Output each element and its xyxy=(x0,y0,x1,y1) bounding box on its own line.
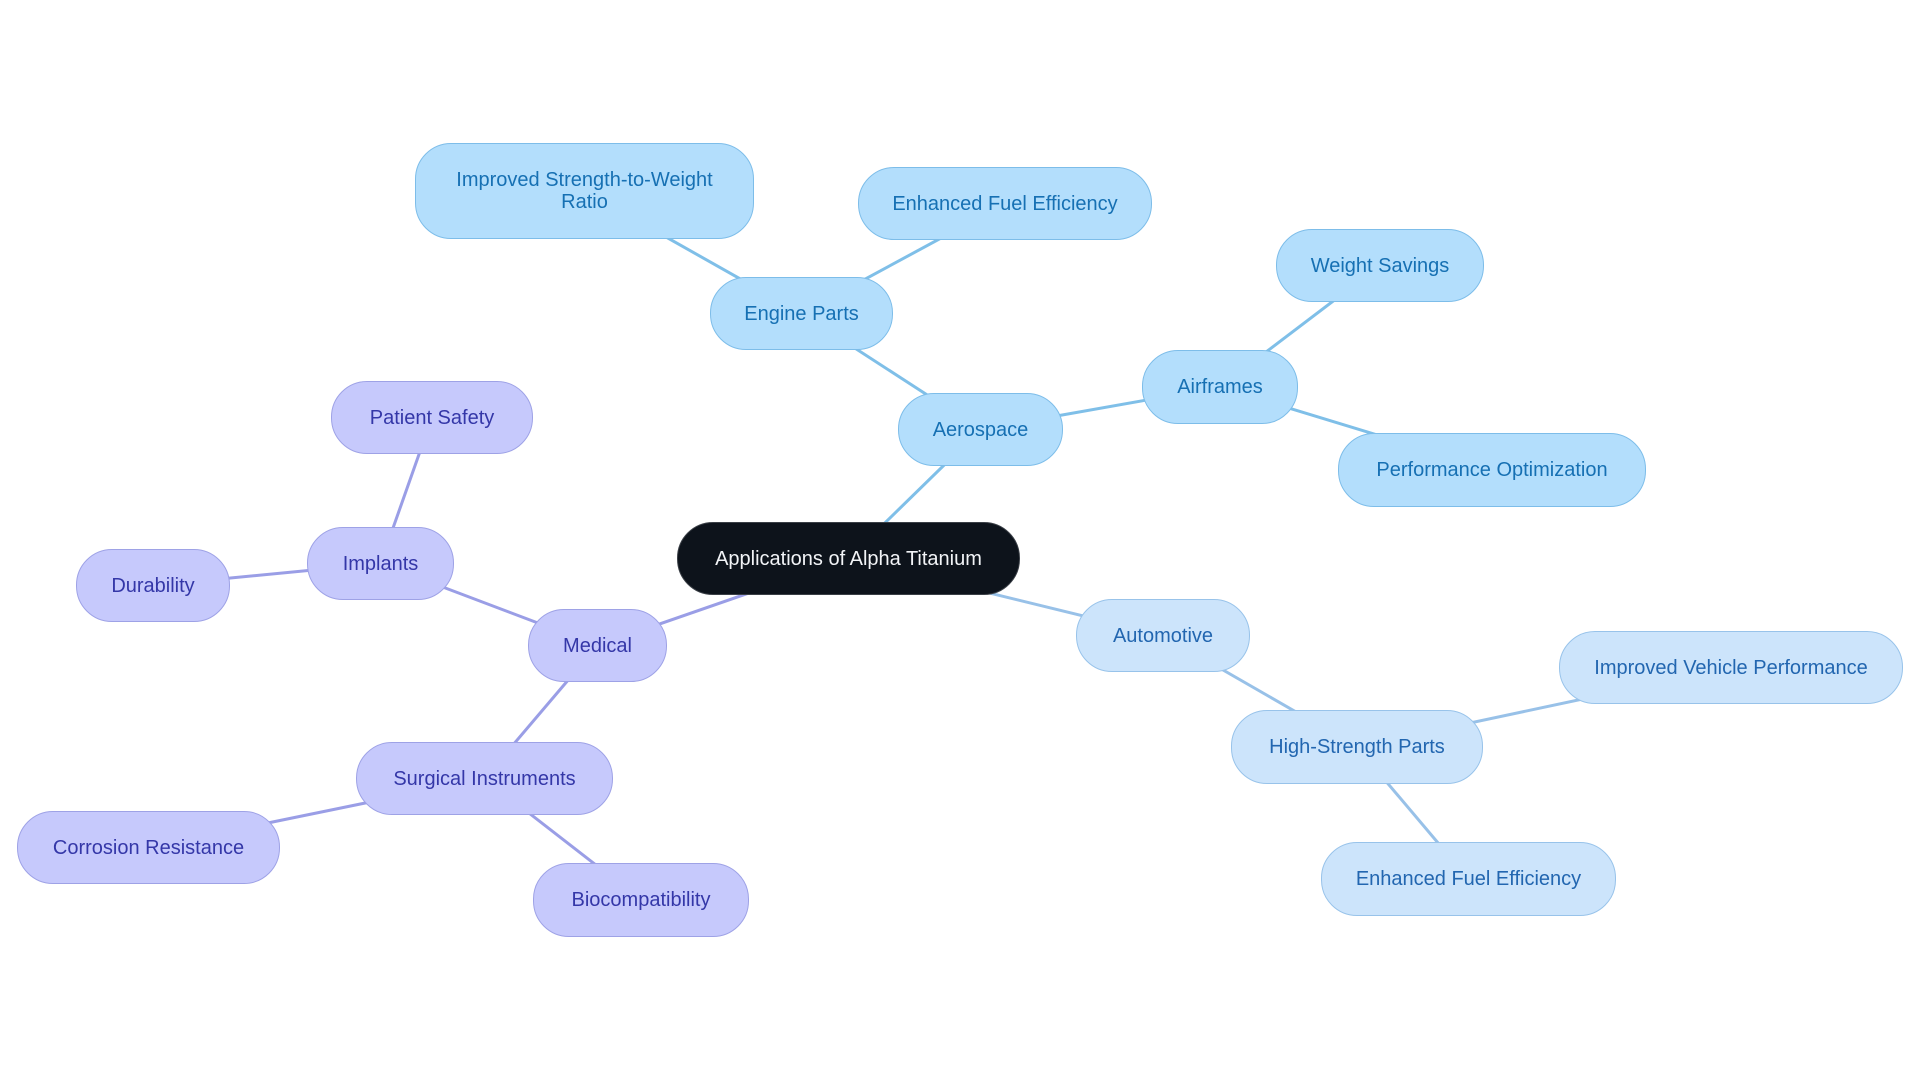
node-implants[interactable]: Implants xyxy=(307,527,454,600)
node-biocompatibility[interactable]: Biocompatibility xyxy=(533,863,749,937)
node-enhanced-fuel-efficiency-aero[interactable]: Enhanced Fuel Efficiency xyxy=(858,167,1152,240)
node-surgical-instruments[interactable]: Surgical Instruments xyxy=(356,742,613,815)
node-performance-optimization[interactable]: Performance Optimization xyxy=(1338,433,1646,507)
node-engine-parts-label: Engine Parts xyxy=(744,302,859,325)
root-node-label: Applications of Alpha Titanium xyxy=(715,547,982,570)
node-improved-strength-to-weight-ratio[interactable]: Improved Strength-to-Weight Ratio xyxy=(415,143,754,239)
root-node[interactable]: Applications of Alpha Titanium xyxy=(677,522,1020,595)
node-corrosion-resistance-label: Corrosion Resistance xyxy=(52,836,245,859)
node-weight-savings[interactable]: Weight Savings xyxy=(1276,229,1484,302)
node-improved-strength-to-weight-ratio-label: Improved Strength-to-Weight Ratio xyxy=(456,169,713,213)
node-durability-label: Durability xyxy=(111,574,195,597)
node-patient-safety[interactable]: Patient Safety xyxy=(331,381,533,454)
node-improved-vehicle-performance[interactable]: Improved Vehicle Performance xyxy=(1559,631,1903,704)
node-aerospace-label: Aerospace xyxy=(932,418,1029,441)
node-patient-safety-label: Patient Safety xyxy=(369,406,495,429)
node-aerospace[interactable]: Aerospace xyxy=(898,393,1063,466)
node-improved-vehicle-performance-label: Improved Vehicle Performance xyxy=(1594,656,1868,679)
node-medical[interactable]: Medical xyxy=(528,609,667,682)
node-automotive[interactable]: Automotive xyxy=(1076,599,1250,672)
node-implants-label: Implants xyxy=(342,552,419,575)
node-airframes[interactable]: Airframes xyxy=(1142,350,1298,424)
node-corrosion-resistance[interactable]: Corrosion Resistance xyxy=(17,811,280,884)
node-enhanced-fuel-efficiency-auto-label: Enhanced Fuel Efficiency xyxy=(1355,868,1582,890)
node-engine-parts[interactable]: Engine Parts xyxy=(710,277,893,350)
node-high-strength-parts[interactable]: High-Strength Parts xyxy=(1231,710,1483,784)
node-airframes-label: Airframes xyxy=(1177,376,1263,398)
node-performance-optimization-label: Performance Optimization xyxy=(1376,459,1608,481)
mind-map: Applications of Alpha Titanium Aerospace… xyxy=(0,0,1920,1083)
node-high-strength-parts-label: High-Strength Parts xyxy=(1269,736,1445,758)
node-weight-savings-label: Weight Savings xyxy=(1310,254,1450,277)
node-medical-label: Medical xyxy=(563,634,632,657)
node-automotive-label: Automotive xyxy=(1112,624,1214,647)
node-enhanced-fuel-efficiency-aero-label: Enhanced Fuel Efficiency xyxy=(892,192,1118,215)
node-durability[interactable]: Durability xyxy=(76,549,230,622)
node-surgical-instruments-label: Surgical Instruments xyxy=(393,767,576,790)
node-enhanced-fuel-efficiency-auto[interactable]: Enhanced Fuel Efficiency xyxy=(1321,842,1616,916)
node-biocompatibility-label: Biocompatibility xyxy=(571,889,711,911)
